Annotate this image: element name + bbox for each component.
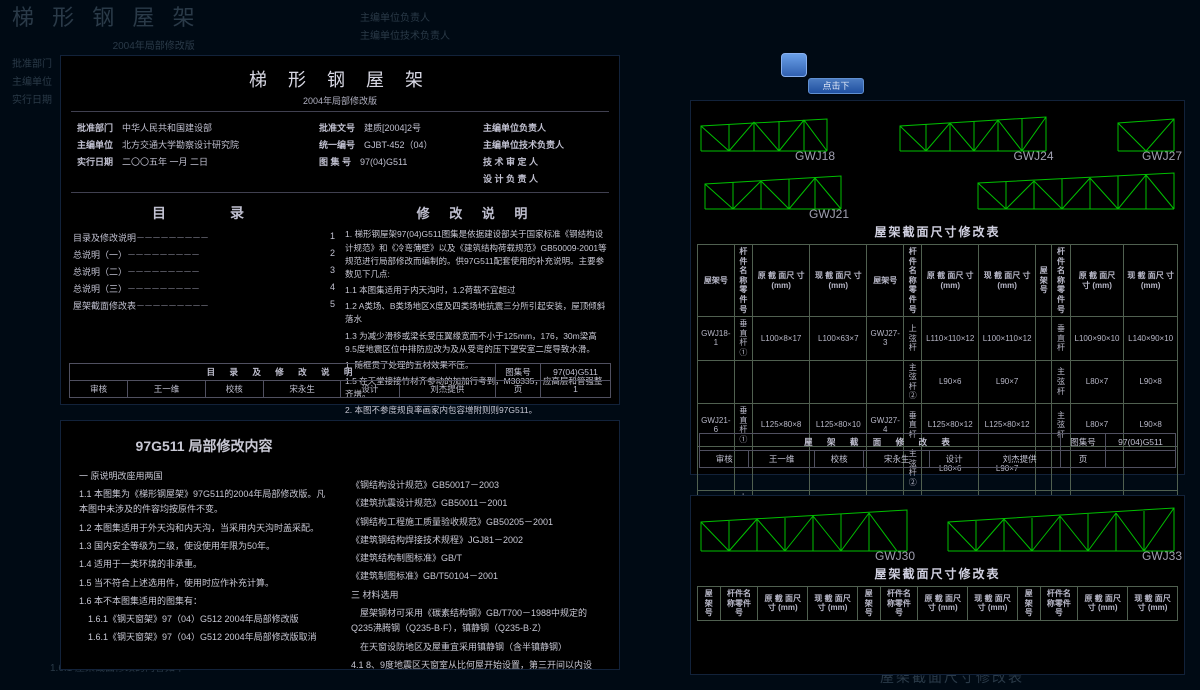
truss-section-table: 屋架号杆件名称零件号原 截 面尺 寸 (mm)现 截 面尺 寸 (mm) 屋架号… [697,244,1178,534]
truss-gwj33: GWJ33 [946,506,1176,561]
truss-gwj30: GWJ30 [699,506,909,561]
truss-diagrams: GWJ18 GWJ24 GWJ27 GWJ21 [691,101,1184,219]
sheet-catalog-description: 梯 形 钢 屋 架 2004年局部修改版 批准部门 中华人民共和国建设部 主编单… [60,55,620,405]
truss-table-title: 屋架截面尺寸修改表 [691,223,1184,240]
truss-gwj18: GWJ18 [699,111,829,161]
truss-gwj27: GWJ27 [1116,111,1176,161]
table-row: 主弦杆②L90×6L90×7主弦杆L80×7L90×8 [698,360,1178,403]
truss-gwj24: GWJ24 [898,111,1048,161]
download-button[interactable]: 点击下 [808,78,864,94]
table-row: GWJ18-1垂直杆①L100×8×17L100×63×7GWJ27-3上弦杆L… [698,317,1178,360]
modification-title: 97G511 局部修改内容 [79,435,329,459]
title-block: 屋 架 截 面 修 改 表图集号97(04)G511 审核王一维 校核宋永生 设… [699,433,1176,468]
description-title: 修 改 说 明 [345,203,607,222]
ghost-title: 梯 形 钢 屋 架 [12,0,295,38]
truss-diagrams-2: GWJ30 GWJ33 [691,496,1184,561]
catalog-title: 目 录 [73,203,335,223]
title-block: 目 录 及 修 改 说 明图集号97(04)G511 审核王一维 校核宋永生 设… [69,363,611,398]
sheet-truss-table-2: GWJ30 GWJ33 屋架截面尺寸修改表 屋架号杆件名称零件号原 截 面尺 寸… [690,495,1185,675]
truss-section-table-2: 屋架号杆件名称零件号原 截 面尺 寸 (mm)现 截 面尺 寸 (mm) 屋架号… [697,586,1178,621]
truss-table-title-2: 屋架截面尺寸修改表 [691,565,1184,582]
sheet-subtitle: 2004年局部修改版 [61,94,619,107]
background-ghost-right: 主编单位负责人 主编单位技术负责人 [360,10,450,46]
truss-gwj21: GWJ21 [703,169,843,219]
sheet-truss-table: GWJ18 GWJ24 GWJ27 GWJ21 [690,100,1185,475]
truss-extra [976,169,1176,219]
sheet-meta: 批准部门 中华人民共和国建设部 主编单位 北方交通大学勘察设计研究院 实行日期 … [61,116,619,188]
ghost-sub: 2004年局部修改版 [12,38,295,56]
sheet-title: 梯 形 钢 屋 架 [61,56,619,92]
sheet-modification-content: 97G511 局部修改内容 一 原说明改座用两国 1.1 本图集为《梯形钢屋架》… [60,420,620,670]
